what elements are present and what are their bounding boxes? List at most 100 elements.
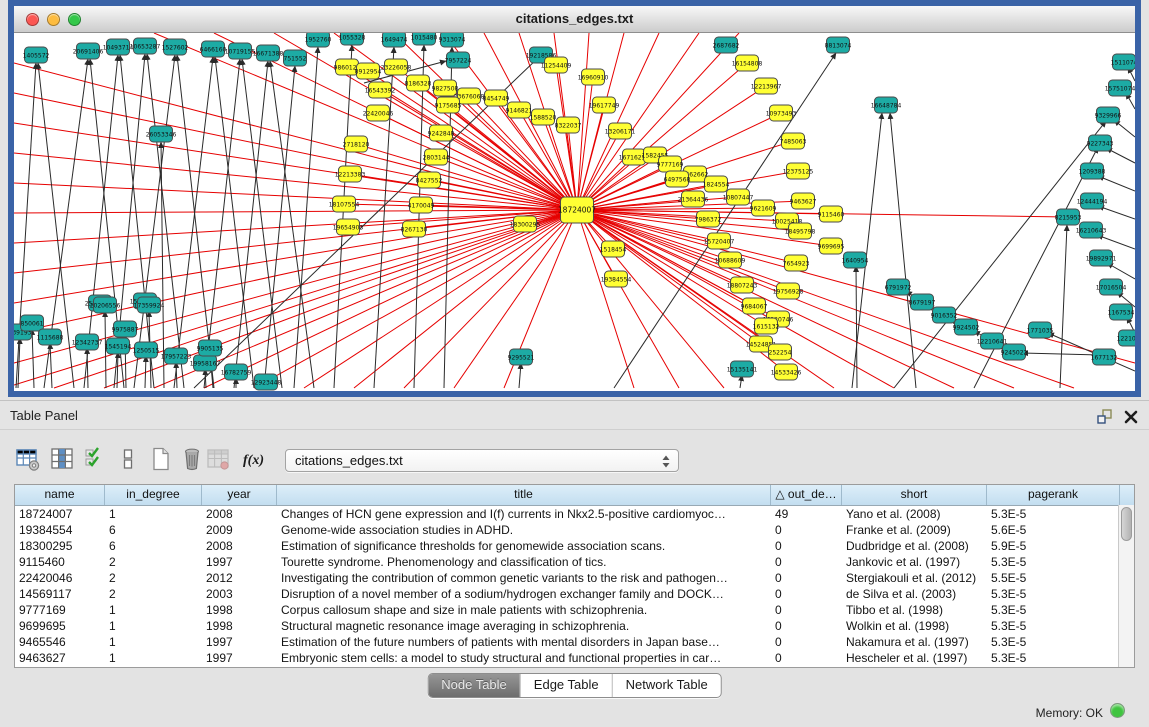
graph-node[interactable]: 20691406 bbox=[73, 43, 104, 59]
close-button-icon[interactable] bbox=[26, 13, 39, 26]
graph-node[interactable]: 16543392 bbox=[365, 82, 396, 98]
table-cell[interactable]: Changes of HCN gene expression and I(f) … bbox=[277, 506, 771, 522]
graph-node[interactable]: 1824554 bbox=[703, 176, 730, 192]
table-cell[interactable]: 0 bbox=[771, 538, 842, 554]
graph-node[interactable]: 10973493 bbox=[766, 105, 797, 121]
table-row[interactable]: 969969511998Structural magnetic resonanc… bbox=[15, 618, 1134, 634]
graph-node[interactable]: 9245022 bbox=[1001, 344, 1028, 360]
graph-node[interactable]: 9621609 bbox=[750, 200, 777, 216]
table-cell[interactable]: Estimation of significance thresholds fo… bbox=[277, 538, 771, 554]
column-header-title[interactable]: title bbox=[277, 485, 771, 505]
graph-node[interactable]: 16671388 bbox=[253, 45, 284, 61]
graph-node[interactable]: 1209388 bbox=[1079, 163, 1106, 179]
unselect-all-button[interactable] bbox=[114, 445, 142, 473]
table-cell[interactable]: 0 bbox=[771, 634, 842, 650]
graph-node[interactable]: 12213383 bbox=[335, 166, 366, 182]
graph-node[interactable]: 9463627 bbox=[790, 193, 817, 209]
table-cell[interactable]: 5.3E-5 bbox=[987, 618, 1120, 634]
table-row[interactable]: 946362711997Embryonic stem cells: a mode… bbox=[15, 650, 1134, 666]
graph-node[interactable]: 2803144 bbox=[423, 149, 450, 165]
graph-node[interactable]: 8215953 bbox=[1055, 209, 1082, 225]
table-cell[interactable]: Wolkin et al. (1998) bbox=[842, 618, 987, 634]
graph-node[interactable]: 10653287 bbox=[130, 38, 161, 54]
graph-node[interactable]: 9699695 bbox=[818, 238, 845, 254]
graph-node[interactable]: 16648784 bbox=[871, 97, 902, 113]
table-cell[interactable]: 5.5E-5 bbox=[987, 570, 1120, 586]
graph-node[interactable]: 26053346 bbox=[146, 126, 177, 142]
table-cell[interactable]: 0 bbox=[771, 586, 842, 602]
table-cell[interactable]: 5.6E-5 bbox=[987, 522, 1120, 538]
table-cell[interactable]: Yano et al. (2008) bbox=[842, 506, 987, 522]
table-cell[interactable]: 1997 bbox=[202, 650, 277, 666]
table-cell[interactable]: Disruption of a novel member of a sodium… bbox=[277, 586, 771, 602]
new-column-button[interactable] bbox=[147, 445, 175, 473]
column-header-pagerank[interactable]: pagerank bbox=[987, 485, 1120, 505]
graph-node[interactable]: 9146821 bbox=[506, 102, 533, 118]
graph-node[interactable]: 8679197 bbox=[909, 294, 936, 310]
graph-node[interactable]: 14533426 bbox=[771, 364, 802, 380]
table-cell[interactable]: 0 bbox=[771, 618, 842, 634]
table-cell[interactable]: 5.3E-5 bbox=[987, 554, 1120, 570]
table-row[interactable]: 911546021997Tourette syndrome. Phenomeno… bbox=[15, 554, 1134, 570]
graph-node[interactable]: 9175685 bbox=[435, 97, 462, 113]
table-cell[interactable]: 9699695 bbox=[15, 618, 105, 634]
table-cell[interactable]: 19384554 bbox=[15, 522, 105, 538]
graph-node[interactable]: 8454749 bbox=[483, 90, 510, 106]
tab-network-table[interactable]: Network Table bbox=[613, 674, 721, 697]
graph-node[interactable]: 9975887 bbox=[112, 321, 139, 337]
network-canvas[interactable]: 1405572206914061049371410653287152760264… bbox=[14, 33, 1135, 391]
table-cell[interactable]: 2 bbox=[105, 586, 202, 602]
graph-node[interactable]: 2687682 bbox=[713, 37, 740, 53]
table-cell[interactable]: Nakamura et al. (1997) bbox=[842, 634, 987, 650]
table-cell[interactable]: 2008 bbox=[202, 538, 277, 554]
table-cell[interactable]: 18724007 bbox=[15, 506, 105, 522]
table-row[interactable]: 946554611997Estimation of the future num… bbox=[15, 634, 1134, 650]
graph-node[interactable]: 7654923 bbox=[783, 255, 810, 271]
graph-node[interactable]: 1649474 bbox=[381, 33, 408, 47]
minimize-button-icon[interactable] bbox=[47, 13, 60, 26]
graph-node[interactable]: 1615132 bbox=[753, 318, 780, 334]
zoom-button-icon[interactable] bbox=[68, 13, 81, 26]
graph-node[interactable]: 8322037 bbox=[555, 117, 582, 133]
graph-node[interactable]: 23226058 bbox=[381, 59, 412, 75]
graph-node[interactable]: 10807447 bbox=[723, 189, 754, 205]
graph-node[interactable]: 1545194 bbox=[105, 338, 132, 354]
column-header-name[interactable]: name bbox=[15, 485, 105, 505]
table-cell[interactable]: Tourette syndrome. Phenomenology and cla… bbox=[277, 554, 771, 570]
graph-node[interactable]: 16960910 bbox=[578, 69, 609, 85]
graph-node[interactable]: 1055328 bbox=[339, 33, 366, 45]
table-cell[interactable]: 2003 bbox=[202, 586, 277, 602]
table-cell[interactable]: Investigating the contribution of common… bbox=[277, 570, 771, 586]
graph-node[interactable]: 1405572 bbox=[23, 47, 50, 63]
function-builder-button[interactable]: f(x) bbox=[240, 445, 272, 473]
graph-node[interactable]: 850061 bbox=[21, 315, 44, 331]
table-cell[interactable]: 5.3E-5 bbox=[987, 602, 1120, 618]
table-cell[interactable]: 1 bbox=[105, 634, 202, 650]
graph-node[interactable]: 12375125 bbox=[783, 163, 814, 179]
graph-node[interactable]: 1677132 bbox=[1091, 349, 1118, 365]
table-cell[interactable]: 49 bbox=[771, 506, 842, 522]
table-cell[interactable]: Tibbo et al. (1998) bbox=[842, 602, 987, 618]
graph-node[interactable]: 10719155 bbox=[225, 43, 256, 59]
table-cell[interactable]: 5.9E-5 bbox=[987, 538, 1120, 554]
graph-node[interactable]: 9777169 bbox=[657, 156, 684, 172]
graph-node[interactable]: 1167534 bbox=[1108, 304, 1135, 320]
table-cell[interactable]: Franke et al. (2009) bbox=[842, 522, 987, 538]
graph-node[interactable]: 751552 bbox=[284, 50, 307, 66]
column-header-short[interactable]: short bbox=[842, 485, 987, 505]
table-cell[interactable]: Genome-wide association studies in ADHD. bbox=[277, 522, 771, 538]
table-cell[interactable]: 1997 bbox=[202, 634, 277, 650]
graph-node[interactable]: 20206556 bbox=[90, 297, 121, 313]
graph-node[interactable]: 19756928 bbox=[773, 283, 804, 299]
graph-node[interactable]: 10688609 bbox=[715, 252, 746, 268]
table-cell[interactable]: 6 bbox=[105, 522, 202, 538]
table-cell[interactable]: 9465546 bbox=[15, 634, 105, 650]
graph-node[interactable]: 9329966 bbox=[1095, 107, 1122, 123]
column-header-year[interactable]: year bbox=[202, 485, 277, 505]
graph-node[interactable]: 17957223 bbox=[161, 348, 192, 364]
table-cell[interactable]: 0 bbox=[771, 650, 842, 666]
graph-node[interactable]: 16782759 bbox=[221, 364, 252, 380]
graph-node[interactable]: 21364436 bbox=[678, 191, 709, 207]
graph-node[interactable]: 9016352 bbox=[931, 307, 958, 323]
table-cell[interactable]: 9463627 bbox=[15, 650, 105, 666]
